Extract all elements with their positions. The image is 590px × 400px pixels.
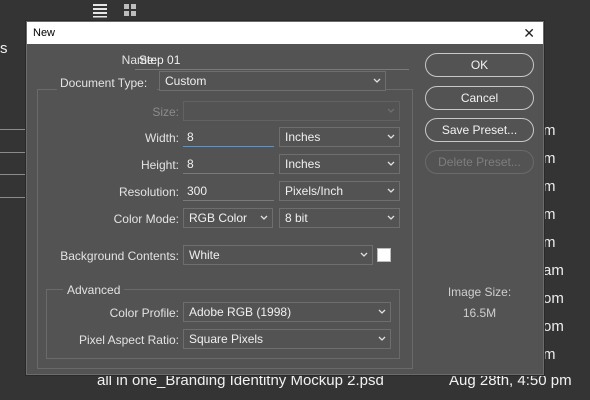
file-date: m	[543, 234, 556, 251]
resolution-unit-value: Pixels/Inch	[285, 184, 344, 198]
chevron-down-icon	[373, 78, 381, 83]
advanced-label[interactable]: Advanced	[63, 283, 125, 297]
chevron-down-icon	[360, 252, 368, 257]
color-mode-label: Color Mode:	[113, 212, 179, 226]
width-input[interactable]: 8	[183, 127, 274, 147]
ok-button[interactable]: OK	[425, 53, 534, 77]
chevron-down-icon	[387, 134, 395, 139]
resolution-label: Resolution:	[118, 185, 179, 199]
dialog-title: New	[33, 27, 56, 39]
height-label: Height:	[140, 158, 179, 172]
bit-depth-select[interactable]: 8 bit	[279, 208, 400, 228]
document-type-value: Custom	[165, 74, 207, 88]
chevron-down-icon	[260, 215, 268, 220]
file-date: m	[543, 150, 556, 167]
delete-preset-button[interactable]: Delete Preset...	[425, 150, 534, 174]
file-date: m	[543, 122, 556, 139]
height-value: 8	[187, 157, 194, 171]
resolution-input[interactable]: 300	[183, 181, 274, 201]
background-color-swatch[interactable]	[377, 248, 391, 262]
image-size-label: Image Size:	[447, 285, 512, 299]
file-date: om	[543, 318, 564, 335]
resolution-unit-select[interactable]: Pixels/Inch	[279, 181, 400, 201]
document-type-select[interactable]: Custom	[159, 71, 386, 91]
dialog-titlebar: New ✕	[27, 22, 543, 44]
file-date: m	[543, 346, 556, 363]
image-size-value: 16.5M	[462, 306, 497, 320]
color-profile-select[interactable]: Adobe RGB (1998)	[183, 302, 391, 322]
chevron-down-icon	[387, 188, 395, 193]
width-value: 8	[187, 130, 194, 144]
height-unit-select[interactable]: Inches	[279, 154, 400, 174]
background-contents-value: White	[189, 248, 220, 262]
width-unit-value: Inches	[285, 130, 321, 144]
color-mode-value: RGB Color	[189, 211, 248, 225]
color-profile-value: Adobe RGB (1998)	[189, 305, 292, 319]
document-type-label: Document Type:	[57, 76, 157, 90]
chevron-down-icon	[378, 309, 386, 314]
size-label: Size:	[152, 105, 179, 119]
name-input[interactable]: Step 01	[135, 50, 409, 70]
background-contents-select[interactable]: White	[183, 245, 373, 265]
new-document-dialog: New ✕ Name: Step 01 Document Type: Custo…	[26, 21, 544, 375]
file-date: m	[543, 178, 556, 195]
file-date: am	[543, 262, 564, 279]
pixel-aspect-ratio-select[interactable]: Square Pixels	[183, 329, 391, 349]
chevron-down-icon	[387, 161, 395, 166]
chevron-down-icon	[387, 215, 395, 220]
color-mode-select[interactable]: RGB Color	[183, 208, 273, 228]
file-date: m	[543, 206, 556, 223]
pixel-aspect-ratio-label: Pixel Aspect Ratio:	[78, 333, 179, 347]
pixel-aspect-ratio-value: Square Pixels	[189, 332, 264, 346]
size-select[interactable]	[183, 101, 400, 121]
height-unit-value: Inches	[285, 157, 321, 171]
height-input[interactable]: 8	[183, 154, 274, 174]
name-value: Step 01	[139, 53, 181, 67]
file-date: om	[543, 290, 564, 307]
color-profile-label: Color Profile:	[109, 306, 179, 320]
save-preset-button[interactable]: Save Preset...	[425, 118, 534, 142]
bit-depth-value: 8 bit	[285, 211, 308, 225]
chevron-down-icon	[387, 108, 395, 113]
cancel-button[interactable]: Cancel	[425, 86, 534, 110]
chevron-down-icon	[378, 336, 386, 341]
resolution-value: 300	[187, 184, 208, 198]
width-label: Width:	[144, 131, 179, 145]
close-icon[interactable]: ✕	[523, 22, 535, 44]
background-contents-label: Background Contents:	[60, 249, 179, 263]
width-unit-select[interactable]: Inches	[279, 127, 400, 147]
